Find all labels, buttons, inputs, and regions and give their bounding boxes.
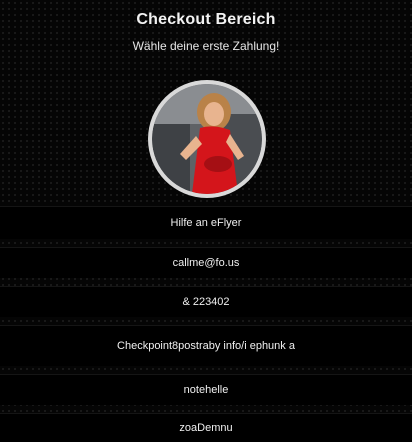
list-item[interactable]: Hilfe an eFlyer [0, 206, 412, 239]
list-item-label: Hilfe an eFlyer [170, 217, 242, 229]
contact-list: Hilfe an eFlyer callme@fo.us & 223402 Ch… [0, 206, 412, 442]
list-item[interactable]: Checkpoint8postraby info/i ephunk a [0, 325, 412, 366]
list-item-label: zoaDemnu [179, 422, 233, 434]
page-subtitle: Wähle deine erste Zahlung! [132, 39, 280, 53]
profile-photo-icon [152, 84, 262, 194]
list-item[interactable]: notehelle [0, 374, 412, 405]
list-item[interactable]: callme@fo.us [0, 247, 412, 278]
list-item-label: callme@fo.us [172, 257, 240, 269]
list-item[interactable]: & 223402 [0, 286, 412, 317]
list-item-label: & 223402 [182, 296, 230, 308]
list-item-label: notehelle [183, 384, 229, 396]
avatar [148, 80, 266, 198]
page-title: Checkout Bereich [136, 11, 276, 28]
list-item[interactable]: zoaDemnu [0, 413, 412, 442]
list-item-label: Checkpoint8postraby info/i ephunk a [117, 340, 295, 352]
page-header: Checkout Bereich Wähle deine erste Zahlu… [0, 0, 412, 54]
